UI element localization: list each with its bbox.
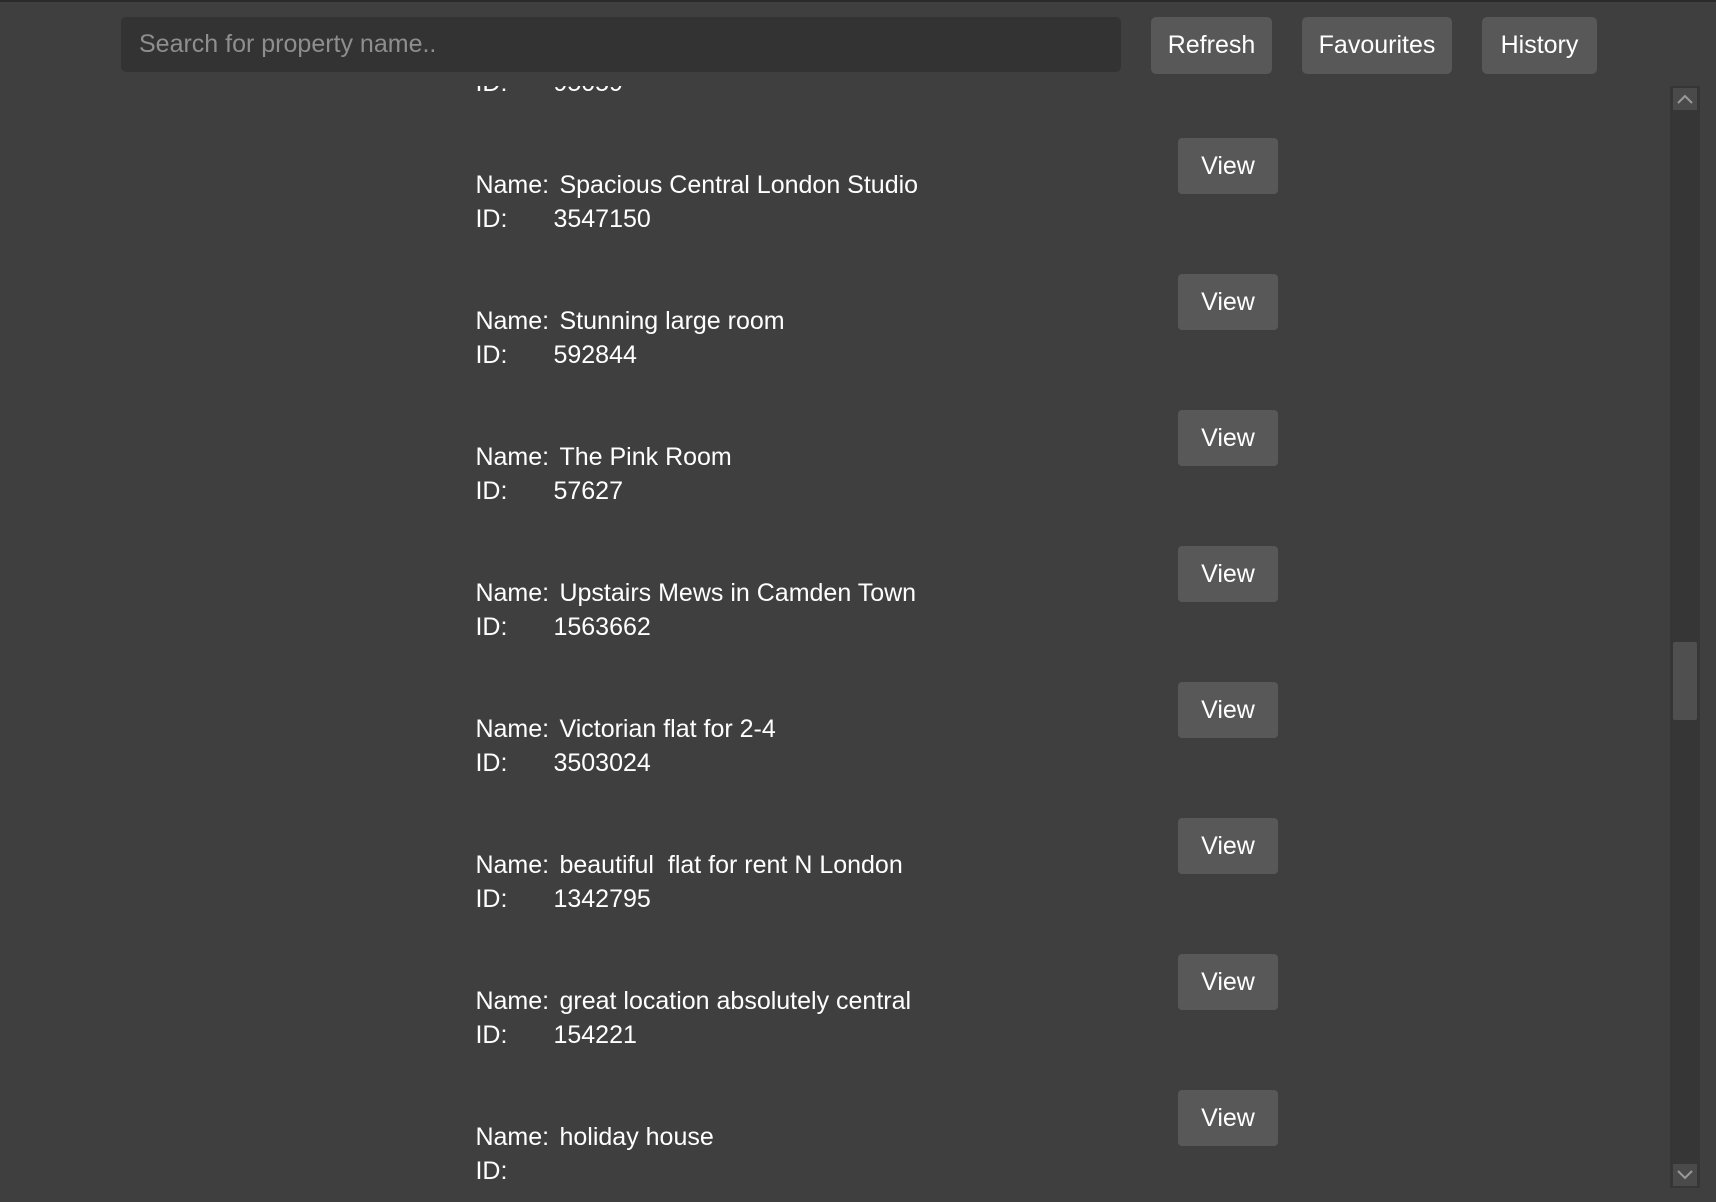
property-id: 57627 bbox=[553, 477, 623, 505]
id-label: ID: bbox=[475, 613, 508, 641]
property-name: holiday house bbox=[559, 1123, 714, 1151]
property-id: 154221 bbox=[553, 1021, 637, 1049]
refresh-button[interactable]: Refresh bbox=[1151, 17, 1272, 74]
item-id-row: ID:95059 bbox=[406, 86, 623, 127]
search-input[interactable] bbox=[121, 17, 1121, 72]
history-button[interactable]: History bbox=[1482, 17, 1597, 74]
property-id: 3503024 bbox=[553, 749, 651, 777]
property-id: 1342795 bbox=[553, 885, 651, 913]
list-item: Name: Upstairs Mews in Camden Town ID: 156… bbox=[0, 546, 1670, 686]
list-item: Name: Spacious Central London Studio ID: 3… bbox=[0, 138, 1670, 278]
property-id: 3547150 bbox=[553, 205, 651, 233]
property-id: 1563662 bbox=[553, 613, 651, 641]
vertical-scrollbar[interactable] bbox=[1670, 86, 1700, 1188]
list-item: Name: The Pink Room ID: 57627 View bbox=[0, 410, 1670, 550]
app-window: Refresh Favourites History Name: ID:9505… bbox=[0, 0, 1716, 1202]
item-id-row: ID: 57627 bbox=[406, 448, 623, 535]
id-label: ID: bbox=[475, 885, 508, 913]
list-item: Name: great location absolutely central I… bbox=[0, 954, 1670, 1094]
property-list: Name: ID:95059 View Name:Spacious Centra… bbox=[0, 86, 1670, 1188]
item-id-row: ID: bbox=[406, 1128, 553, 1188]
view-button[interactable]: View bbox=[1178, 1090, 1278, 1146]
view-button[interactable]: View bbox=[1178, 138, 1278, 194]
item-id-row: ID: 1342795 bbox=[406, 856, 651, 943]
view-button[interactable]: View bbox=[1178, 954, 1278, 1010]
view-button[interactable]: View bbox=[1178, 274, 1278, 330]
scrollbar-thumb[interactable] bbox=[1673, 642, 1697, 720]
id-label: ID: bbox=[475, 477, 508, 505]
id-label: ID: bbox=[475, 749, 508, 777]
property-id: 592844 bbox=[553, 341, 637, 369]
id-label: ID: bbox=[475, 341, 508, 369]
view-button[interactable]: View bbox=[1178, 682, 1278, 738]
item-id-row: ID: 3547150 bbox=[406, 176, 651, 263]
list-item: Name: Victorian flat for 2-4 ID: 3503024 V… bbox=[0, 682, 1670, 822]
list-item: Name: ID:95059 View bbox=[0, 86, 1670, 142]
item-id-row: ID: 154221 bbox=[406, 992, 637, 1079]
item-id-row: ID: 1563662 bbox=[406, 584, 651, 671]
view-button[interactable]: View bbox=[1178, 546, 1278, 602]
id-label: ID: bbox=[475, 1021, 508, 1049]
list-item: Name: holiday house ID: View bbox=[0, 1090, 1670, 1188]
property-id: 95059 bbox=[553, 86, 623, 98]
list-item: Name: beautiful flat for rent N London ID… bbox=[0, 818, 1670, 958]
list-item: Name: Stunning large room ID: 592844 View bbox=[0, 274, 1670, 414]
chevron-up-icon[interactable] bbox=[1673, 88, 1697, 110]
item-id-row: ID: 592844 bbox=[406, 312, 637, 399]
favourites-button[interactable]: Favourites bbox=[1302, 17, 1452, 74]
id-label: ID: bbox=[475, 205, 508, 233]
id-label: ID: bbox=[475, 86, 553, 98]
chevron-down-icon[interactable] bbox=[1673, 1164, 1697, 1186]
item-id-row: ID: 3503024 bbox=[406, 720, 651, 807]
view-button[interactable]: View bbox=[1178, 410, 1278, 466]
view-button[interactable]: View bbox=[1178, 818, 1278, 874]
id-label: ID: bbox=[475, 1157, 508, 1185]
